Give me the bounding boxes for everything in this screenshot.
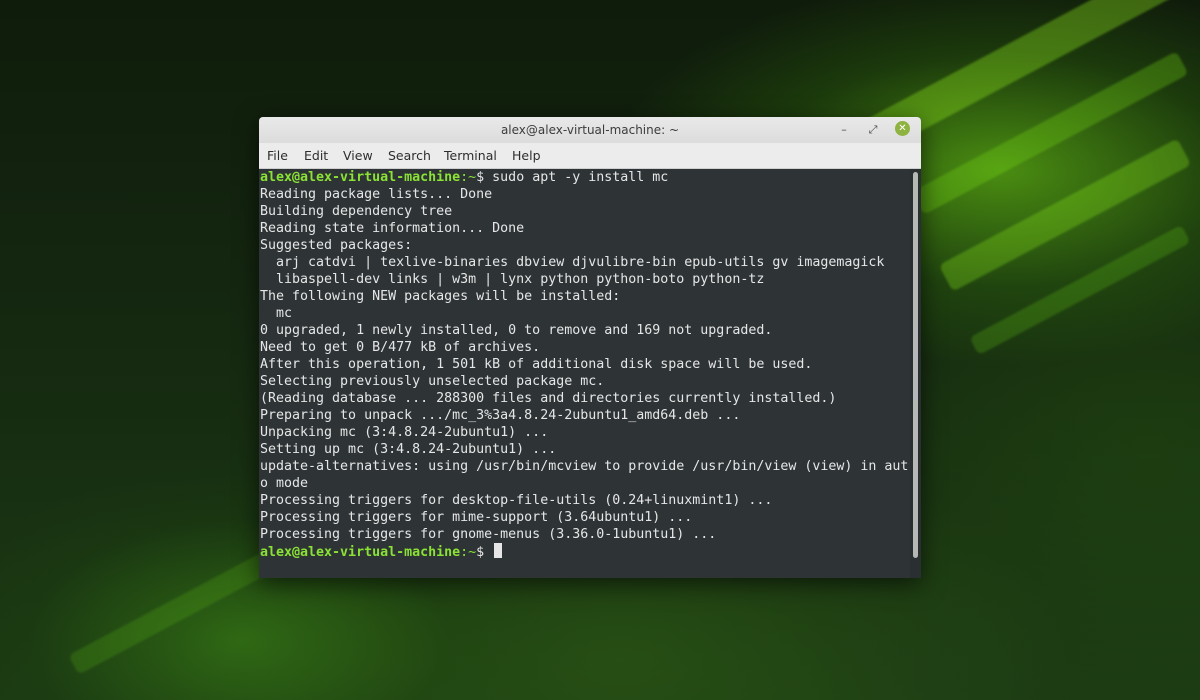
restore-icon: ⤢: [868, 123, 878, 136]
output-line: Reading state information... Done: [260, 221, 525, 236]
output-line: Suggested packages:: [260, 238, 413, 253]
output-line: Processing triggers for desktop-file-uti…: [260, 493, 773, 508]
output-line: Setting up mc (3:4.8.24-2ubuntu1) ...: [260, 442, 557, 457]
terminal-window: alex@alex-virtual-machine: ~ – ⤢ ✕ File …: [259, 117, 921, 578]
output-line: After this operation, 1 501 kB of additi…: [260, 357, 813, 372]
menu-view[interactable]: View: [343, 148, 373, 163]
output-line: libaspell-dev links | w3m | lynx python …: [260, 272, 765, 287]
output-line: Need to get 0 B/477 kB of archives.: [260, 340, 541, 355]
wallpaper-streak: [68, 547, 282, 675]
command-text: sudo apt -y install mc: [492, 170, 669, 185]
output-line: Reading package lists... Done: [260, 187, 493, 202]
menu-file[interactable]: File: [267, 148, 288, 163]
close-icon: ✕: [898, 123, 907, 134]
prompt-symbol: $: [476, 545, 493, 560]
terminal-output[interactable]: alex@alex-virtual-machine:~$ sudo apt -y…: [259, 169, 911, 578]
minimize-button[interactable]: –: [836, 122, 852, 138]
menu-bar: File Edit View Search Terminal Help: [259, 143, 921, 169]
output-line: arj catdvi | texlive-binaries dbview djv…: [260, 255, 885, 270]
maximize-button[interactable]: ⤢: [865, 122, 881, 138]
scrollbar-thumb[interactable]: [913, 172, 918, 558]
output-line: o mode: [260, 476, 309, 491]
title-bar[interactable]: alex@alex-virtual-machine: ~ – ⤢ ✕: [259, 117, 921, 143]
output-line: Preparing to unpack .../mc_3%3a4.8.24-2u…: [260, 408, 741, 423]
output-line: The following NEW packages will be insta…: [260, 289, 621, 304]
output-line: update-alternatives: using /usr/bin/mcvi…: [260, 459, 909, 474]
menu-edit[interactable]: Edit: [304, 148, 328, 163]
text-cursor: [494, 543, 503, 558]
prompt-symbol: $: [476, 170, 493, 185]
prompt-path: :~: [460, 545, 477, 560]
current-prompt-line[interactable]: alex@alex-virtual-machine:~$: [260, 543, 503, 560]
output-line: mc: [260, 306, 293, 321]
output-line: (Reading database ... 288300 files and d…: [260, 391, 837, 406]
menu-search[interactable]: Search: [388, 148, 431, 163]
output-line: Building dependency tree: [260, 204, 453, 219]
output-line: Selecting previously unselected package …: [260, 374, 605, 389]
scrollbar[interactable]: [910, 169, 921, 578]
output-line: Processing triggers for mime-support (3.…: [260, 510, 693, 525]
output-line: Unpacking mc (3:4.8.24-2ubuntu1) ...: [260, 425, 549, 440]
output-line: 0 upgraded, 1 newly installed, 0 to remo…: [260, 323, 773, 338]
prompt-user: alex@alex-virtual-machine: [260, 545, 461, 560]
menu-terminal[interactable]: Terminal: [444, 148, 497, 163]
output-line: Processing triggers for gnome-menus (3.3…: [260, 527, 717, 542]
prompt-user: alex@alex-virtual-machine: [260, 170, 461, 185]
menu-help[interactable]: Help: [512, 148, 541, 163]
command-line: alex@alex-virtual-machine:~$ sudo apt -y…: [260, 169, 668, 186]
close-button[interactable]: ✕: [895, 121, 910, 136]
window-title: alex@alex-virtual-machine: ~: [500, 123, 680, 137]
minimize-icon: –: [841, 123, 847, 136]
prompt-path: :~: [460, 170, 477, 185]
